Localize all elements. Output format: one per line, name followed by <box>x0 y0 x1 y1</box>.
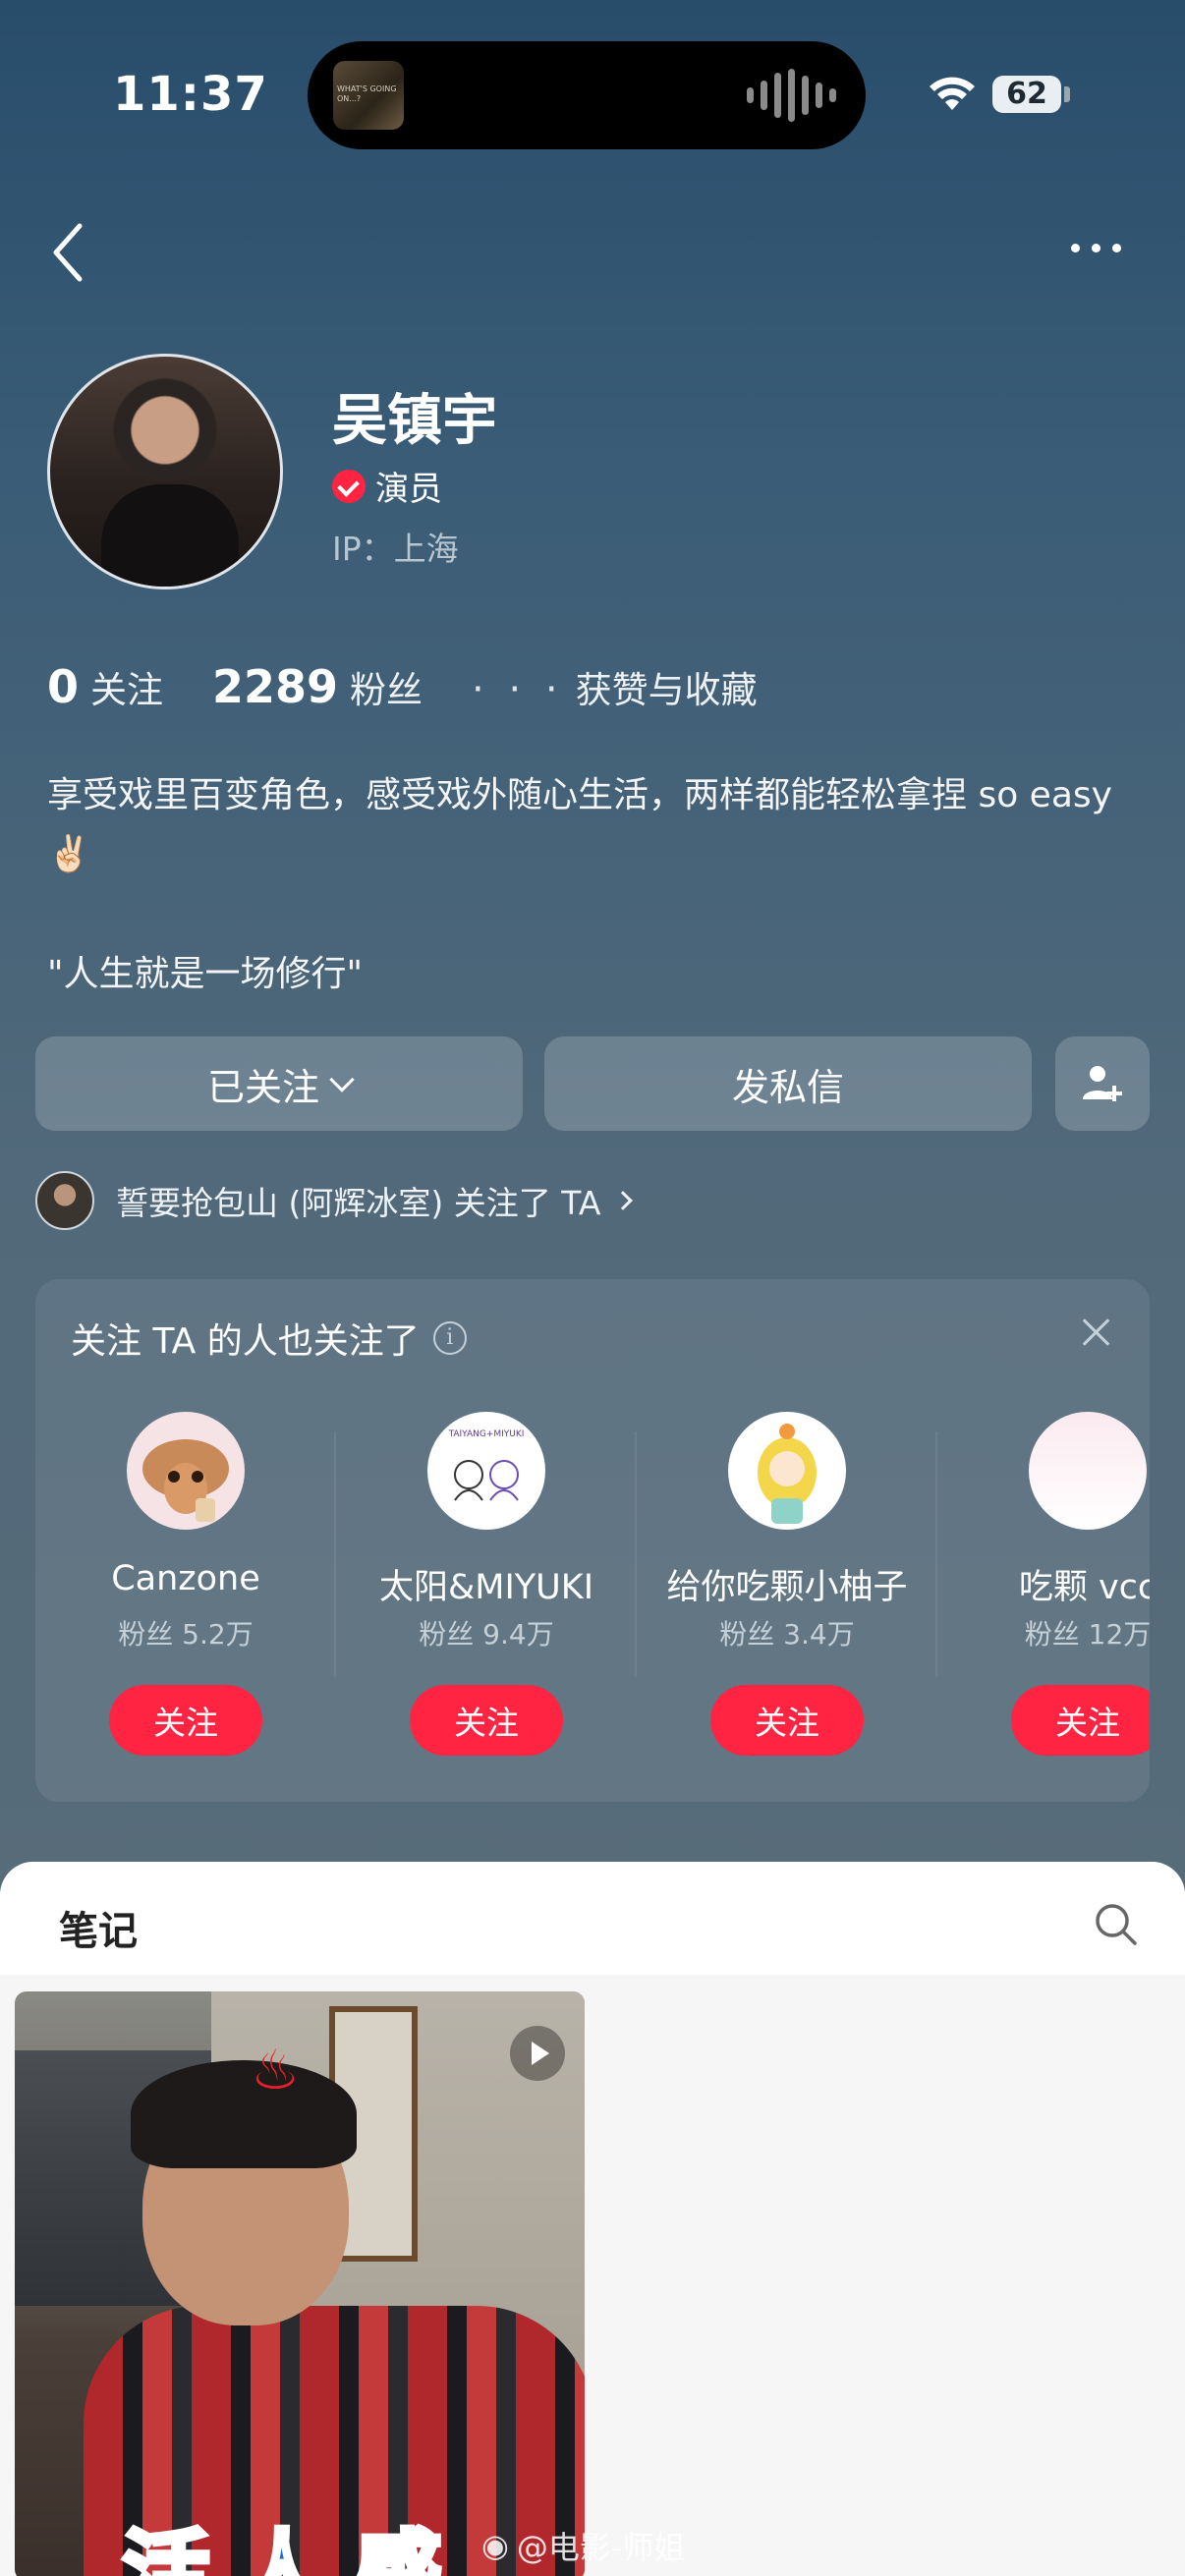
watermark: ◉ @电影-师姐 <box>481 2523 685 2568</box>
send-message-button[interactable]: 发私信 <box>544 1036 1032 1131</box>
send-message-label: 发私信 <box>731 1065 844 1109</box>
recommend-avatar <box>728 1412 846 1530</box>
verified-badge: 演员 <box>332 462 442 510</box>
verified-label: 演员 <box>375 470 442 509</box>
steam-sticker-icon: ♨ <box>251 2039 301 2102</box>
note-caption-art: 活人感 <box>120 2518 472 2576</box>
recommend-fans: 粉丝 12万 <box>1024 1618 1150 1651</box>
fans-label: 粉丝 <box>350 669 423 711</box>
recommend-title-text: 关注 TA 的人也关注了 <box>71 1321 420 1362</box>
recommend-card: 关注 TA 的人也关注了 i Canzone 粉丝 5.2万 关注 TAIYAN… <box>35 1279 1150 1802</box>
follow-button[interactable]: 关注 <box>710 1685 864 1756</box>
profile-avatar[interactable] <box>47 354 283 589</box>
ip-location: IP：上海 <box>332 530 459 568</box>
recommend-item[interactable]: 吃颗 vcc 粉丝 12万 关注 <box>935 1412 1150 1775</box>
follow-button[interactable]: 关注 <box>1011 1685 1150 1756</box>
now-playing-thumbnail: WHAT'S GOING ON...? <box>333 61 404 130</box>
fans-stat[interactable]: 2289 粉丝 <box>212 660 423 713</box>
note-card[interactable]: ♨ 活人感 <box>15 1991 585 2576</box>
recommend-avatar-text: TAIYANG+MIYUKI <box>448 1429 525 1439</box>
recommend-item[interactable]: 给你吃颗小柚子 粉丝 3.4万 关注 <box>635 1412 937 1775</box>
followed-label: 已关注 <box>206 1065 319 1109</box>
profile-stats: 0 关注 2289 粉丝 · · · 获赞与收藏 <box>47 660 807 713</box>
dynamic-island[interactable]: WHAT'S GOING ON...? <box>308 41 866 149</box>
now-playing-thumb-text: WHAT'S GOING ON...? <box>337 84 397 103</box>
add-user-icon <box>1083 1066 1122 1101</box>
followed-button[interactable]: 已关注 <box>35 1036 523 1131</box>
recommend-avatar <box>127 1412 245 1530</box>
recommend-item[interactable]: Canzone 粉丝 5.2万 关注 <box>35 1412 336 1775</box>
close-icon[interactable] <box>1079 1315 1114 1350</box>
notes-header: 笔记 <box>0 1862 1185 1975</box>
battery-tip <box>1064 86 1070 102</box>
recommend-name: 给你吃颗小柚子 <box>666 1568 908 1607</box>
following-label: 关注 <box>90 669 164 711</box>
search-icon[interactable] <box>1093 1901 1138 1946</box>
avatar-figure <box>101 484 239 587</box>
mutual-follow-row[interactable]: 誓要抢包山 (阿辉冰室) 关注了 TA <box>35 1171 634 1230</box>
weibo-icon: ◉ <box>481 2527 509 2564</box>
mutual-follow-text: 誓要抢包山 (阿辉冰室) 关注了 TA <box>116 1184 601 1222</box>
battery-indicator: 62 <box>992 76 1061 113</box>
watermark-text: @电影-师姐 <box>516 2529 686 2566</box>
notes-section: 笔记 ♨ 活人感 <box>0 1862 1185 2576</box>
follow-button[interactable]: 关注 <box>410 1685 563 1756</box>
profile-bio: 享受戏里百变角色，感受戏外随心生活，两样都能轻松拿捏 so easy ✌🏻 <box>47 775 1112 874</box>
status-bar: 11:37 WHAT'S GOING ON...? 62 <box>0 0 1185 187</box>
following-stat[interactable]: 0 关注 <box>47 660 163 713</box>
play-icon <box>510 2026 565 2081</box>
profile-motto: "人生就是一场修行" <box>47 954 364 994</box>
profile-name: 吴镇宇 <box>332 389 497 453</box>
audio-waveform-icon <box>747 69 836 122</box>
chevron-down-icon <box>329 1067 355 1092</box>
likes-label: 获赞与收藏 <box>575 669 758 711</box>
more-options-icon[interactable] <box>1071 228 1140 267</box>
mutual-avatar <box>35 1171 94 1230</box>
recommend-fans: 粉丝 3.4万 <box>719 1618 855 1651</box>
add-friend-button[interactable] <box>1055 1036 1150 1131</box>
back-icon[interactable] <box>44 218 93 287</box>
likes-count-hidden: · · · <box>472 667 564 712</box>
tab-notes[interactable]: 笔记 <box>59 1899 138 1956</box>
profile-actions: 已关注 发私信 <box>35 1036 1150 1131</box>
recommend-name: Canzone <box>111 1559 260 1598</box>
recommend-avatar <box>1029 1412 1147 1530</box>
note-person-hair <box>131 2060 357 2168</box>
recommend-item[interactable]: TAIYANG+MIYUKI 太阳&MIYUKI 粉丝 9.4万 关注 <box>334 1412 637 1775</box>
recommend-title: 关注 TA 的人也关注了 i <box>71 1313 467 1364</box>
info-icon[interactable]: i <box>432 1321 467 1355</box>
fans-count: 2289 <box>212 660 339 713</box>
recommend-fans: 粉丝 5.2万 <box>118 1618 254 1651</box>
recommend-avatar: TAIYANG+MIYUKI <box>427 1412 545 1530</box>
wifi-icon <box>930 77 975 110</box>
likes-stat[interactable]: · · · 获赞与收藏 <box>472 660 758 713</box>
recommend-fans: 粉丝 9.4万 <box>419 1618 554 1651</box>
recommend-name: 吃颗 vcc <box>1018 1568 1150 1607</box>
following-count: 0 <box>47 660 80 713</box>
follow-button[interactable]: 关注 <box>109 1685 262 1756</box>
status-time: 11:37 <box>113 67 268 122</box>
recommend-name: 太阳&MIYUKI <box>378 1568 594 1607</box>
verified-check-icon <box>332 469 366 503</box>
chevron-right-icon <box>613 1191 634 1210</box>
